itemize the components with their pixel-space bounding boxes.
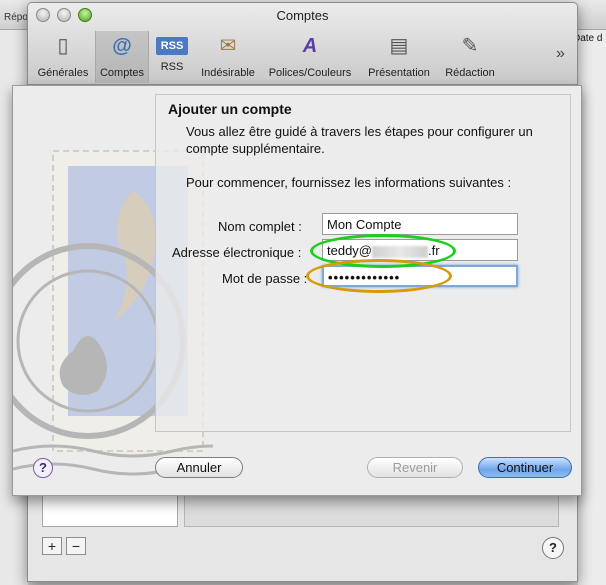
at-sign-icon: @ (112, 35, 132, 57)
setup-content-panel: Ajouter un compte Vous allez être guidé … (155, 94, 571, 432)
add-account-sheet: Ajouter un compte Vous allez être guidé … (12, 85, 582, 496)
toolbar-item-indesirable[interactable]: ✉ Indésirable (196, 31, 260, 83)
fonts-colors-icon: A (302, 35, 318, 57)
rss-icon: RSS (156, 37, 188, 55)
toolbar-item-redaction[interactable]: ✎ Rédaction (440, 31, 500, 83)
email-address-label: Adresse électronique : (172, 245, 302, 260)
full-name-label: Nom complet : (218, 219, 302, 234)
window-title: Comptes (276, 8, 329, 23)
sheet-title: Ajouter un compte (168, 101, 292, 117)
continue-button[interactable]: Continuer (478, 457, 572, 478)
full-name-field[interactable]: Mon Compte (322, 213, 518, 235)
toolbar-item-polices-couleurs[interactable]: A Polices/Couleurs (264, 31, 356, 83)
help-button[interactable]: ? (542, 537, 564, 559)
toolbar-item-label: Présentation (368, 67, 430, 79)
toolbar-overflow-button[interactable]: » (556, 45, 565, 63)
toolbar-item-generales[interactable]: ▯ Générales (32, 31, 94, 83)
password-label: Mot de passe : (222, 271, 308, 286)
background-right-area (578, 30, 606, 585)
presentation-icon: ▤ (389, 35, 409, 57)
toolbar-item-presentation[interactable]: ▤ Présentation (364, 31, 434, 83)
junk-mail-icon: ✉ (219, 35, 237, 57)
cancel-button[interactable]: Annuler (155, 457, 243, 478)
toolbar-item-label: RSS (160, 61, 184, 73)
toolbar-item-rss[interactable]: RSS RSS (152, 31, 192, 83)
back-button[interactable]: Revenir (367, 457, 463, 478)
toolbar-item-label: Indésirable (201, 67, 255, 79)
compose-icon: ✎ (461, 35, 479, 57)
toolbar-item-label: Générales (37, 67, 89, 79)
intro-text: Vous allez être guidé à travers les étap… (186, 124, 533, 156)
window-toolbar: Comptes ▯ Générales @ Comptes RSS RSS ✉ … (28, 3, 577, 85)
sheet-help-button[interactable]: ? (33, 458, 53, 478)
remove-account-button[interactable]: − (66, 537, 86, 555)
prompt-text: Pour commencer, fournissez les informati… (186, 175, 512, 190)
toolbar-item-label: Rédaction (445, 67, 495, 79)
password-highlight-annotation (306, 259, 452, 293)
toolbar-item-comptes[interactable]: @ Comptes (95, 31, 149, 83)
toolbar-item-label: Polices/Couleurs (268, 67, 352, 79)
background-left-label: Répo (4, 12, 28, 23)
add-account-button[interactable]: + (42, 537, 62, 555)
toolbar-item-label: Comptes (99, 67, 145, 79)
switch-icon: ▯ (57, 35, 69, 57)
